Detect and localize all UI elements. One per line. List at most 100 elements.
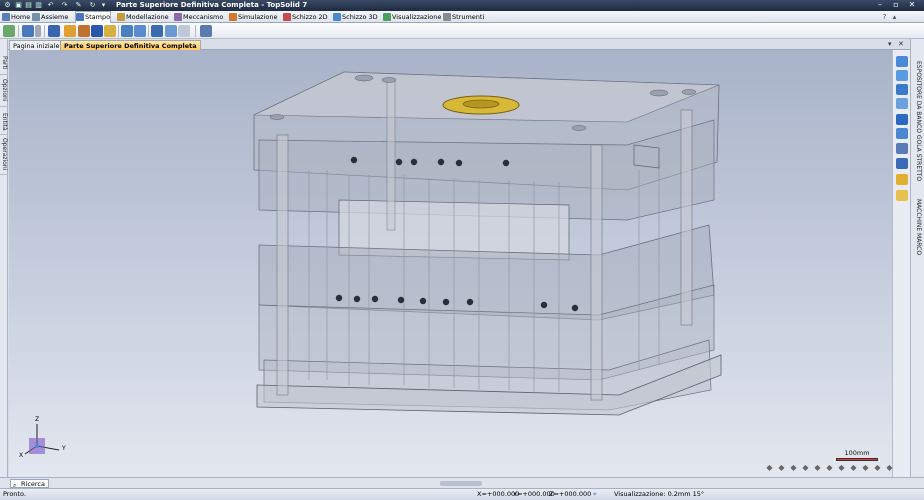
slide-icon[interactable]: [91, 25, 103, 37]
menu-assieme[interactable]: Assieme: [32, 12, 68, 22]
menu-visualizzazione[interactable]: Visualizzazione: [383, 12, 441, 22]
menu-schizzo-3d[interactable]: Schizzo 3D: [333, 12, 378, 22]
view-status: Visualizzazione: 0.2mm 15°: [614, 490, 705, 498]
view-top-icon[interactable]: ◆: [825, 463, 834, 472]
save-all-icon[interactable]: ▤: [24, 1, 33, 10]
ribbon-collapse-icon[interactable]: ▴: [890, 13, 899, 22]
dropdown-icon[interactable]: [35, 25, 41, 37]
scale-bar: 100mm: [836, 449, 878, 461]
axis-y-label: Y: [62, 445, 66, 452]
zoom-fit-icon[interactable]: [896, 128, 908, 139]
menu-modellazione[interactable]: Modellazione: [117, 12, 169, 22]
command-toolbar: [0, 23, 924, 39]
panel-tab-entita[interactable]: Entità: [0, 109, 8, 135]
core-icon[interactable]: [78, 25, 90, 37]
redo-icon[interactable]: ↷: [60, 1, 69, 10]
cavity-icon[interactable]: [48, 25, 60, 37]
bottom-bar: ⌕ Ricerca: [0, 477, 924, 489]
tab-pagina-iniziale[interactable]: Pagina iniziale: [9, 40, 64, 50]
guide-pillar: [386, 79, 396, 231]
title-bar: ⚙ ▣ ▤ ▥ ↶ ↷ ✎ ↻ ▾ Parte Superiore Defini…: [0, 0, 924, 11]
save-icon[interactable]: ▣: [14, 1, 23, 10]
view-bottom-icon[interactable]: ◆: [837, 463, 846, 472]
view-custom-icon[interactable]: ◆: [873, 463, 882, 472]
panel-tab-parti[interactable]: Parti: [0, 51, 8, 75]
view-right-icon[interactable]: ◆: [813, 463, 822, 472]
left-panel-tabs: Parti Opzioni Entità Operazioni: [0, 39, 8, 479]
document-tabs: Pagina iniziale Parte Superiore Definiti…: [8, 39, 924, 50]
view-left-icon[interactable]: ◆: [801, 463, 810, 472]
analysis-icon[interactable]: [200, 25, 212, 37]
axis-triad: [24, 424, 60, 455]
view-tools-strip: [892, 50, 910, 477]
undo-icon[interactable]: ↶: [46, 1, 55, 10]
panel-tab-macchine[interactable]: MACCHINE MARCO: [913, 197, 923, 257]
ribbon-menu: Home Assieme Stampo Modellazione Meccani…: [0, 11, 924, 23]
status-bar: Pronto. X=+000.000 Y=+000.000 Z=+000.000…: [0, 488, 924, 500]
axis-x-label: X: [19, 452, 24, 459]
help-bulb-icon[interactable]: [896, 190, 908, 201]
menu-stampo[interactable]: Stampo: [75, 11, 112, 23]
render-mode-icon[interactable]: [896, 143, 908, 154]
view-iso-icon[interactable]: ◆: [765, 463, 774, 472]
mold-wizard-icon[interactable]: [3, 25, 15, 37]
view-dimetric-icon[interactable]: ◆: [849, 463, 858, 472]
screw-icon[interactable]: [165, 25, 177, 37]
tools-icon: [443, 13, 451, 21]
cooling-icon[interactable]: [121, 25, 133, 37]
restore-icon[interactable]: ▫: [890, 0, 902, 10]
mold-base-icon[interactable]: [22, 25, 34, 37]
visibility-icon[interactable]: [896, 174, 908, 185]
3d-viewport[interactable]: Z Y X: [9, 50, 892, 477]
menu-home[interactable]: Home: [2, 12, 30, 22]
layers-icon[interactable]: [896, 158, 908, 169]
horizontal-scrollbar[interactable]: [440, 481, 482, 486]
view-icon: [383, 13, 391, 21]
print-icon[interactable]: ▥: [34, 1, 43, 10]
tab-close-icon[interactable]: ✕: [898, 39, 904, 49]
snap-icon[interactable]: ⌖: [593, 489, 597, 500]
panel-tab-espositore[interactable]: ESPOSITORE DA BANCO GOLA STRETTO: [913, 51, 923, 191]
ejector-icon[interactable]: [104, 25, 116, 37]
simulation-icon: [229, 13, 237, 21]
zoom-window-icon[interactable]: [896, 98, 908, 109]
guide-pillar: [276, 134, 289, 396]
view-trimetric-icon[interactable]: ◆: [861, 463, 870, 472]
window-title: Parte Superiore Definitiva Completa - To…: [116, 1, 308, 9]
menu-meccanismo[interactable]: Meccanismo: [174, 12, 223, 22]
app-logo-icon[interactable]: ⚙: [3, 1, 12, 10]
dropdown-icon[interactable]: ▾: [99, 1, 108, 10]
runner-icon[interactable]: [134, 25, 146, 37]
help-icon[interactable]: ?: [880, 13, 889, 22]
guide-pillar: [680, 109, 693, 326]
list-icon[interactable]: [178, 25, 190, 37]
mechanism-icon: [174, 13, 182, 21]
panel-tab-operazioni[interactable]: Operazioni: [0, 135, 8, 175]
zoom-icon[interactable]: [896, 84, 908, 95]
pan-icon[interactable]: [896, 56, 908, 67]
menu-schizzo-2d[interactable]: Schizzo 2D: [283, 12, 328, 22]
insert-icon[interactable]: [64, 25, 76, 37]
rotate-icon[interactable]: [896, 70, 908, 81]
mold-assembly-model[interactable]: [9, 50, 892, 477]
refresh-icon[interactable]: ↻: [88, 1, 97, 10]
menu-strumenti[interactable]: Strumenti: [443, 12, 484, 22]
panel-tab-opzioni[interactable]: Opzioni: [0, 75, 8, 107]
home-icon: [2, 13, 10, 21]
status-message: Pronto.: [3, 490, 26, 498]
assembly-icon: [32, 13, 40, 21]
section-icon[interactable]: [896, 114, 908, 125]
tab-active-document[interactable]: Parte Superiore Definitiva Completa: [60, 40, 201, 50]
close-icon[interactable]: ✕: [906, 0, 918, 10]
axis-z-label: Z: [35, 416, 40, 423]
pen-icon[interactable]: ✎: [74, 1, 83, 10]
guide-pillar: [590, 144, 603, 401]
minimize-icon[interactable]: –: [874, 0, 886, 10]
view-front-icon[interactable]: ◆: [777, 463, 786, 472]
sketch-2d-icon: [283, 13, 291, 21]
tab-list-icon[interactable]: ▾: [888, 39, 892, 49]
search-panel-tab[interactable]: ⌕ Ricerca: [10, 479, 49, 489]
view-back-icon[interactable]: ◆: [789, 463, 798, 472]
component-icon[interactable]: [151, 25, 163, 37]
menu-simulazione[interactable]: Simulazione: [229, 12, 278, 22]
